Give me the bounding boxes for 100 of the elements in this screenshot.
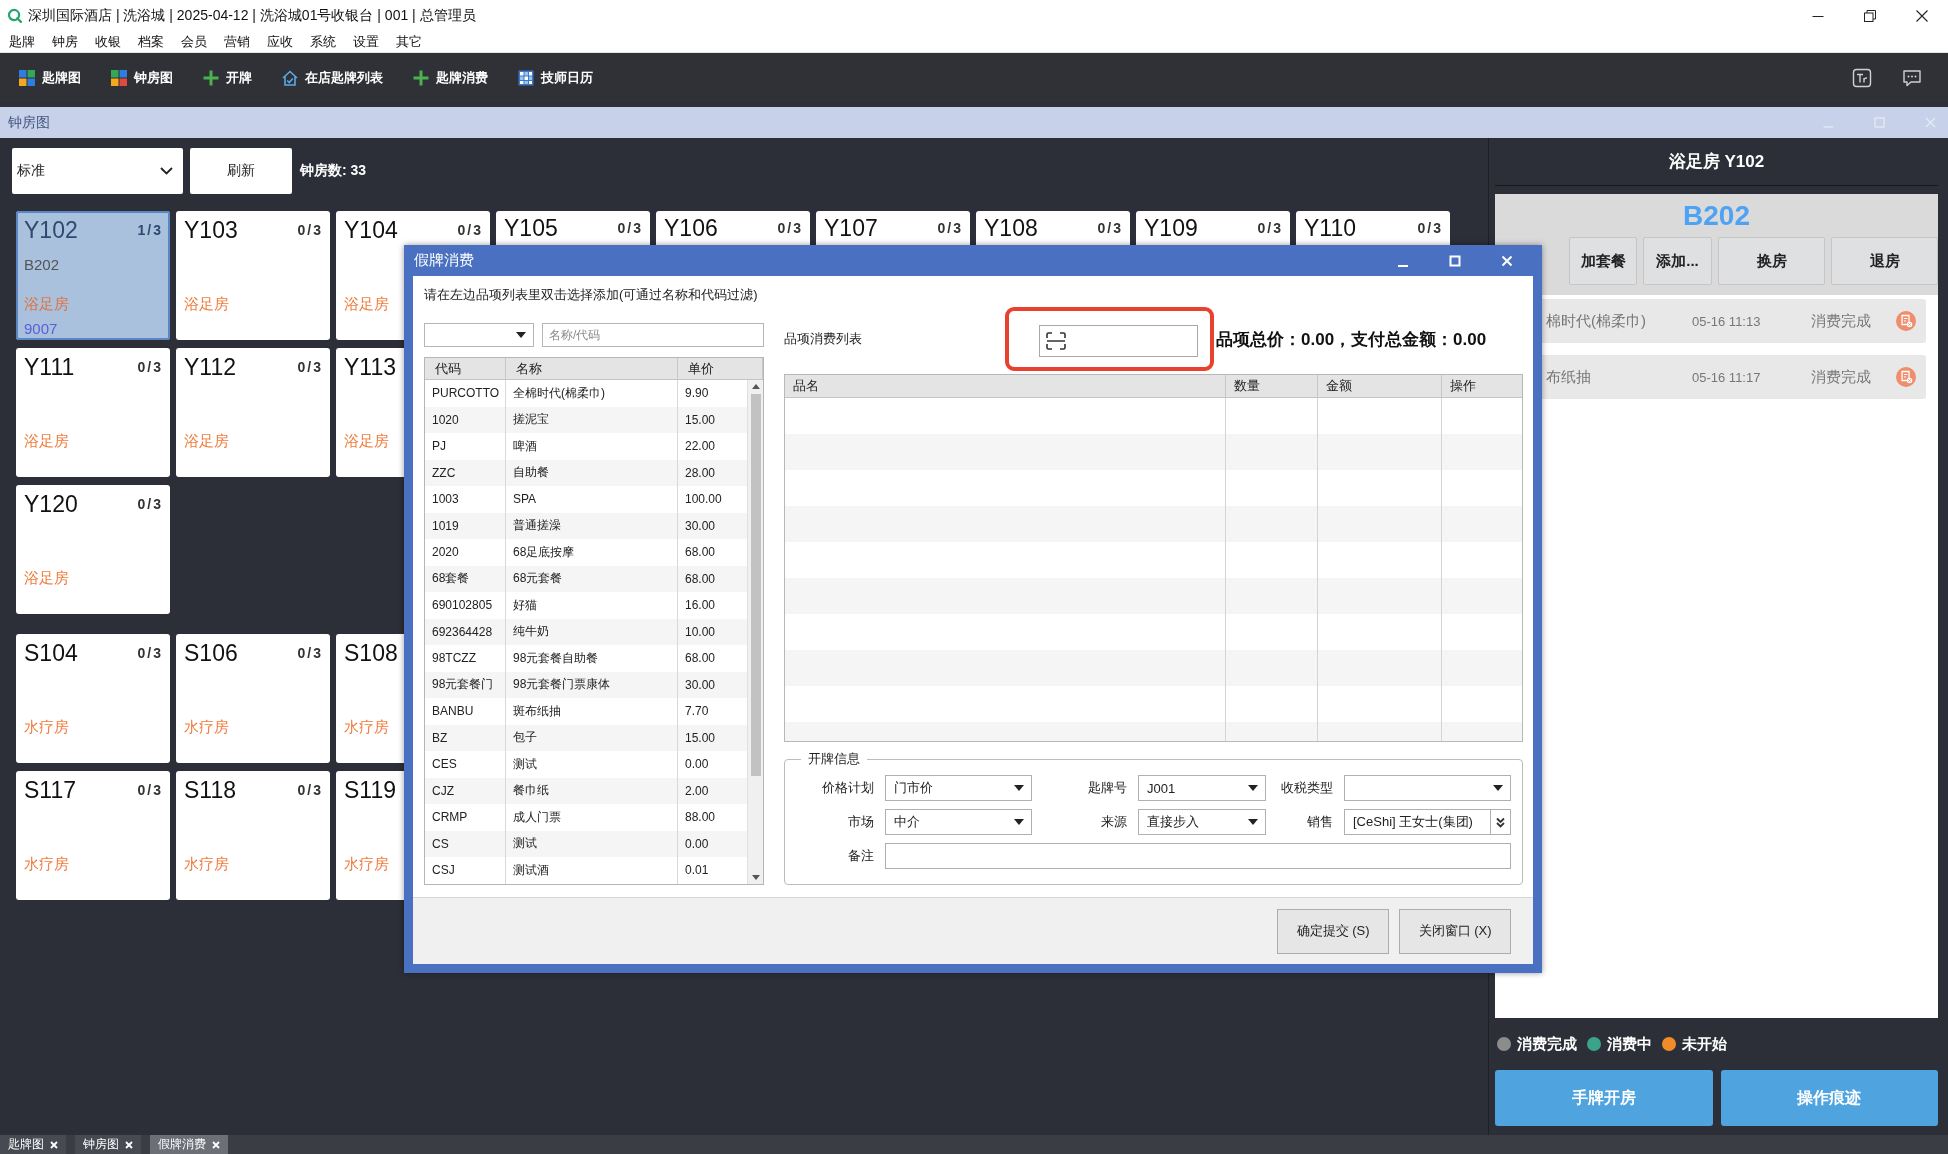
- occupancy-count: 0/3: [137, 782, 163, 798]
- table-cell-text: 0.00: [684, 835, 710, 853]
- room-number: S118: [184, 776, 236, 804]
- table-cell: 斑布纸抽: [506, 698, 678, 725]
- room-type: 浴足房: [184, 431, 229, 451]
- room-type: 浴足房: [344, 294, 389, 314]
- field-label: 备注: [848, 847, 874, 865]
- table-cell-text: 0.00: [684, 756, 710, 774]
- occupancy-count: 0/3: [297, 782, 323, 798]
- occupancy-count: 0/3: [1417, 220, 1443, 236]
- table-cell-text: 88.00: [684, 809, 717, 827]
- room-number: Y102: [24, 216, 78, 244]
- table-cell-text: 30.00: [684, 676, 717, 694]
- occupancy-count: 0/3: [297, 645, 323, 661]
- table-cell-text: 15.00: [684, 729, 717, 747]
- table-cell: BANBU: [425, 698, 506, 725]
- table-cell: 2020: [425, 539, 506, 566]
- table-cell: 好猫: [506, 592, 678, 619]
- panel-title: 浴足房 Y102: [1668, 151, 1765, 173]
- room-code: 9007: [24, 320, 58, 337]
- room-type: 水疗房: [184, 717, 229, 737]
- item-name: 布纸抽: [1546, 367, 1591, 387]
- field-label: 销售: [1307, 813, 1333, 831]
- list-label: 品项消费列表: [784, 330, 862, 348]
- occupancy-count: 0/3: [617, 220, 643, 236]
- field-label: 来源: [1101, 813, 1127, 831]
- occupancy-count: 0/3: [937, 220, 963, 236]
- table-cell-text: 22.00: [684, 438, 717, 456]
- room-number: Y104: [344, 216, 398, 244]
- table-cell: 68足底按摩: [506, 539, 678, 566]
- occupancy-count: 0/3: [137, 496, 163, 512]
- field-label: 匙牌号: [1088, 779, 1127, 797]
- card-number: B202: [1683, 199, 1750, 233]
- table-cell: 98TCZZ: [425, 645, 506, 672]
- legend-label: 消费中: [1607, 1034, 1652, 1054]
- room-type: 水疗房: [344, 854, 389, 874]
- table-cell: SPA: [506, 486, 678, 513]
- item-name: 棉时代(棉柔巾): [1546, 311, 1646, 331]
- room-number: Y111: [24, 353, 75, 381]
- item-time: 05-16 11:17: [1692, 369, 1761, 385]
- occupancy-count: 0/3: [297, 222, 323, 238]
- window-title: 深圳国际酒店 | 洗浴城 | 2025-04-12 | 洗浴城01号收银台 | 001 | 总管理员: [28, 6, 476, 25]
- field-label: 价格计划: [822, 779, 874, 797]
- table-cell-text: 7.70: [684, 703, 710, 721]
- room-type: 浴足房: [344, 431, 389, 451]
- item-status: 消费完成: [1811, 367, 1871, 387]
- room-number: Y103: [184, 216, 238, 244]
- room-type: 水疗房: [24, 717, 69, 737]
- table-cell: 测试: [506, 751, 678, 778]
- occupancy-count: 1/3: [137, 222, 163, 238]
- table-cell: 啤酒: [506, 433, 678, 460]
- table-cell: 测试酒: [506, 857, 678, 884]
- table-cell: 690102805: [425, 592, 506, 619]
- room-type: 浴足房: [24, 431, 69, 451]
- item-status: 消费完成: [1811, 311, 1871, 331]
- table-cell-text: 68.00: [684, 544, 717, 562]
- table-cell-text: 2.00: [684, 782, 710, 800]
- dialog-title: 假牌消费: [414, 251, 474, 270]
- room-count: 钟房数: 33: [300, 162, 367, 180]
- table-cell-text: 16.00: [684, 597, 717, 615]
- room-type: 水疗房: [24, 854, 69, 874]
- room-number: S104: [24, 639, 78, 667]
- table-cell-text: 9.90: [684, 385, 710, 403]
- room-number: Y120: [24, 490, 78, 518]
- table-cell: CES: [425, 751, 506, 778]
- table-cell-text: 0.01: [684, 862, 710, 880]
- room-type: 浴足房: [24, 294, 69, 314]
- table-cell-text: 68.00: [684, 650, 717, 668]
- room-number: Y113: [344, 353, 396, 381]
- instruction-text: 请在左边品项列表里双击选择添加(可通过名称和代码过滤): [424, 286, 758, 304]
- room-type: 水疗房: [184, 854, 229, 874]
- room-number: S117: [24, 776, 76, 804]
- occupancy-count: 0/3: [1097, 220, 1123, 236]
- table-cell: PJ: [425, 433, 506, 460]
- field-label: 收税类型: [1281, 779, 1333, 797]
- item-time: 05-16 11:13: [1692, 313, 1761, 329]
- room-number: Y105: [504, 214, 558, 242]
- card-number: B202: [24, 255, 60, 273]
- table-cell-text: 68.00: [684, 570, 717, 588]
- room-number: S119: [344, 776, 396, 804]
- panel-title: 钟房图: [8, 113, 50, 132]
- room-number: Y107: [824, 214, 878, 242]
- occupancy-count: 0/3: [777, 220, 803, 236]
- field-label: 市场: [848, 813, 874, 831]
- table-cell: 98元套餐自助餐: [506, 645, 678, 672]
- table-cell: 成人门票: [506, 804, 678, 831]
- table-cell-text: 30.00: [684, 517, 717, 535]
- occupancy-count: 0/3: [457, 222, 483, 238]
- room-type: 水疗房: [344, 717, 389, 737]
- occupancy-count: 0/3: [137, 359, 163, 375]
- room-number: S106: [184, 639, 238, 667]
- room-number: S108: [344, 639, 398, 667]
- table-cell: CRMP: [425, 804, 506, 831]
- total-summary: 品项总价：0.00，支付总金额：0.00: [1216, 328, 1487, 351]
- table-cell-text: 100.00: [684, 491, 723, 509]
- room-type: 浴足房: [184, 294, 229, 314]
- table-cell-text: 28.00: [684, 464, 717, 482]
- occupancy-count: 0/3: [137, 645, 163, 661]
- room-number: Y109: [1144, 214, 1198, 242]
- room-number: Y106: [664, 214, 718, 242]
